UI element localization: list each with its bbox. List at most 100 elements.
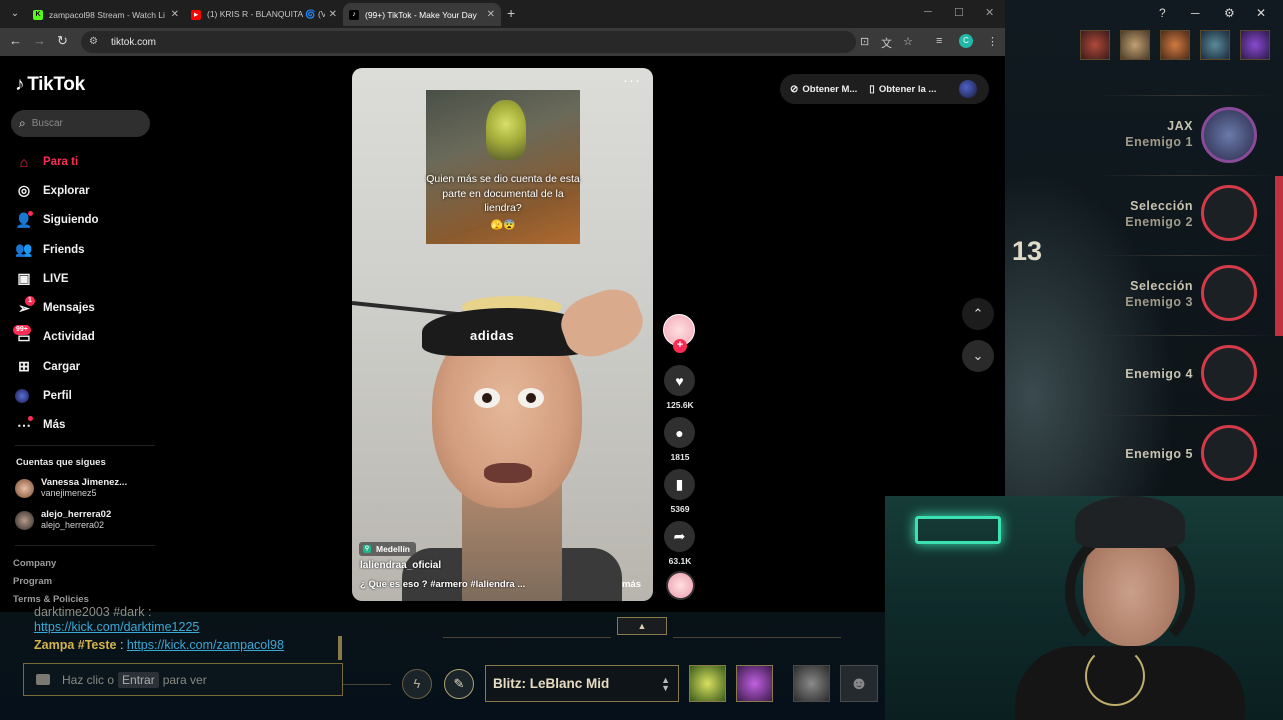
footer-link-terms[interactable]: Terms & Policies [13,594,89,605]
minimize-icon[interactable]: ─ [1191,6,1200,20]
summoner-spell-icon[interactable] [689,665,726,702]
ban-champion-icon [1120,30,1150,60]
ban-champion-icon [1160,30,1190,60]
enemy-portrait [1201,425,1257,481]
youtube-icon: ▶ [191,9,201,20]
location-pin-icon: ⚲ [363,545,371,553]
chat-scrollbar[interactable] [338,636,342,660]
enemy-slot-5: Enemigo 5 [1005,415,1283,495]
tab-tiktok[interactable]: ♪ (99+) TikTok - Make Your Day ✕ [343,3,501,26]
follow-plus-icon[interactable]: + [673,339,687,353]
lol-champ-select: ? ─ ⚙ ✕ JAX Enemigo 1 Selección Enemigo … [1005,0,1283,496]
close-window-icon[interactable]: ✕ [985,6,994,19]
close-icon[interactable]: ✕ [171,9,179,20]
tab-youtube[interactable]: ▶ (1) KRIS R - BLANQUITA 🌀 (V ✕ [185,3,343,26]
sidebar-item-siguiendo[interactable]: 👤 Siguiendo [15,206,155,235]
profile-icon [15,389,29,404]
get-app-button[interactable]: ▯ Obtener la ... [869,84,936,95]
footer-link-company[interactable]: Company [13,558,56,569]
heart-icon[interactable]: ♥ [664,365,695,396]
sidebar-item-label: Actividad [43,331,95,344]
site-info-icon[interactable]: ⚙ [89,36,101,48]
video-player[interactable]: ··· Quien más se dio cuenta de esta part… [352,68,653,601]
messages-badge: 1 [25,296,35,307]
divider [15,545,155,546]
get-coins-button[interactable]: ⊘ Obtener M... [790,84,857,95]
enemy-label: Enemigo 1 [1125,135,1193,149]
avatar [15,510,34,530]
see-more-button[interactable]: más [622,579,641,590]
account-handle: vanejimenez5 [41,488,97,498]
skin-select[interactable]: Blitz: LeBlanc Mid ▲ ▼ [485,665,679,702]
emote-icon[interactable]: ☻ [840,665,878,702]
settings-gear-icon[interactable]: ⚙ [1224,6,1235,20]
ban-champion-icon [1200,30,1230,60]
compass-icon: ◎ [17,182,31,199]
user-avatar[interactable] [959,80,977,98]
account-name: Vanessa Jimenez... [41,477,128,488]
edit-icon[interactable]: ✎ [444,669,474,699]
address-bar[interactable]: ⚙ tiktok.com [81,31,856,53]
search-input[interactable]: ⌕ Buscar [11,110,150,137]
sidebar-item-live[interactable]: ▣ LIVE [15,264,155,293]
sidebar-item-cargar[interactable]: ⊞ Cargar [15,352,155,381]
share-icon[interactable]: ➦ [664,521,695,552]
video-username[interactable]: laliendraa_oficial [360,560,441,571]
close-icon[interactable]: ✕ [1256,6,1266,20]
music-disc-icon[interactable] [666,571,695,600]
divider [673,637,841,638]
profile-avatar[interactable]: C [959,34,973,48]
logo-text: TikTok [27,74,85,95]
divider [15,445,155,446]
sidebar-item-mas[interactable]: ⋯ Más [15,411,155,440]
install-icon[interactable]: ⊡ [860,35,869,48]
close-icon[interactable]: ✕ [487,9,495,20]
close-icon[interactable]: ✕ [329,9,337,20]
minimize-icon[interactable]: ─ [924,6,932,18]
reading-list-icon[interactable]: ≡ [936,35,942,47]
tab-kick[interactable]: K zampacol98 Stream - Watch Li ✕ [27,3,185,26]
button-label: Obtener la ... [878,83,937,95]
likes-count: 125.6K [666,400,694,410]
webcam-overlay [885,496,1283,720]
tiktok-page: ♪ TikTok ⌕ Buscar ⌂ Para ti ◎ Explorar 👤 [0,56,1005,612]
bookmark-star-icon[interactable]: ☆ [903,35,913,48]
sidebar-item-actividad[interactable]: ▭ 99+ Actividad [13,323,155,352]
chat-link[interactable]: https://kick.com/darktime1225 [34,620,199,634]
ward-skin-icon[interactable] [793,665,830,702]
forward-icon[interactable]: → [33,33,46,48]
sidebar-item-para-ti[interactable]: ⌂ Para ti [15,147,155,176]
tiktok-logo[interactable]: ♪ TikTok [15,74,85,96]
summoner-spell-icon[interactable] [736,665,773,702]
lightning-icon[interactable]: ϟ [402,669,432,699]
comments-count: 1815 [670,452,690,462]
reload-icon[interactable]: ↻ [57,33,68,49]
sidebar-item-label: LIVE [43,272,69,285]
menu-dots-icon[interactable]: ⋮ [987,35,998,48]
chat-link[interactable]: https://kick.com/zampacol98 [127,638,284,652]
back-icon[interactable]: ← [9,33,22,48]
translate-icon[interactable]: 文 [881,35,892,51]
sidebar-item-friends[interactable]: 👥 Friends [15,235,155,264]
upload-icon: ⊞ [18,358,30,375]
following-account[interactable]: alejo_herrera02 alejo_herrera02 [15,509,111,531]
chat-input[interactable]: Haz clic o Entrar para ver [23,663,343,696]
bookmark-icon[interactable]: ▮ [664,469,695,500]
collapse-arrow-button[interactable]: ▲ [617,617,667,635]
sidebar-item-perfil[interactable]: Perfil [15,381,155,410]
help-icon[interactable]: ? [1159,6,1166,20]
sidebar-item-explorar[interactable]: ◎ Explorar [15,176,155,205]
new-tab-button[interactable]: + [507,5,515,21]
following-account[interactable]: Vanessa Jimenez... vanejimenez5 [15,477,127,499]
sidebar-item-mensajes[interactable]: ➢ 1 Mensajes [15,293,155,322]
comment-icon[interactable]: ● [664,417,695,448]
more-options-icon[interactable]: ··· [623,72,641,89]
footer-link-program[interactable]: Program [13,576,52,587]
chevron-down-icon[interactable]: ⌄ [962,340,994,372]
location-tag[interactable]: ⚲ Medellín [359,542,417,556]
tab-search-button[interactable]: ⌄ [6,5,24,23]
maximize-icon[interactable]: ☐ [954,6,964,19]
location-text: Medellín [376,544,411,554]
more-icon: ⋯ [17,416,33,433]
chevron-up-icon[interactable]: ⌃ [962,298,994,330]
